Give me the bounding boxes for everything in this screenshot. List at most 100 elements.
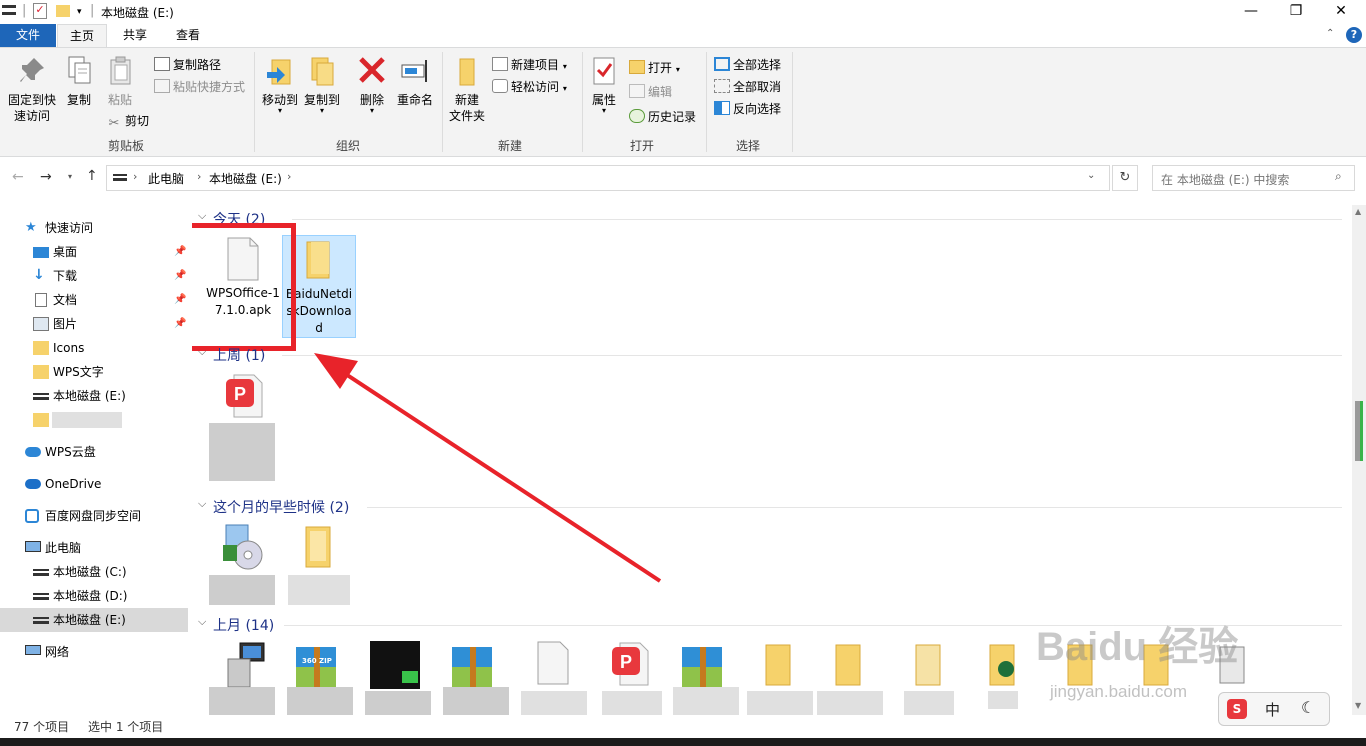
refresh-icon[interactable]: ↻	[1112, 165, 1138, 191]
breadcrumb-this-pc[interactable]: 此电脑	[148, 170, 184, 187]
invert-selection-icon	[714, 101, 730, 115]
breadcrumb-drive-e[interactable]: 本地磁盘 (E:)	[209, 170, 282, 187]
paste-shortcut-icon	[154, 79, 170, 93]
selected-count: 选中 1 个项目	[88, 720, 164, 734]
copy-to-icon	[311, 57, 334, 86]
nav-onedrive[interactable]: OneDrive	[0, 472, 188, 496]
new-item-button[interactable]: 新建项目 ▾	[492, 56, 567, 74]
properties-icon	[593, 57, 615, 85]
maximize-button[interactable]: ❐	[1273, 0, 1319, 24]
history-icon	[629, 109, 645, 123]
nav-documents[interactable]: 文档 📌	[0, 288, 188, 312]
edit-icon	[629, 84, 645, 98]
copy-to-button[interactable]: 复制到 ▾	[302, 54, 342, 115]
scroll-thumb[interactable]	[1355, 401, 1363, 461]
cut-label: 剪切	[125, 114, 150, 128]
ribbon: 固定到快 速访问 复制 粘贴 复制路径 粘贴快捷方式 ✂ 剪切 剪贴板 移动到 ▾ …	[0, 47, 1366, 157]
delete-label: 删除	[359, 93, 384, 107]
status-bar: 77 个项目 选中 1 个项目	[0, 716, 1366, 738]
paste-shortcut-label: 粘贴快捷方式	[173, 80, 246, 94]
tab-view[interactable]: 查看	[163, 24, 213, 47]
invert-selection-button[interactable]: 反向选择	[714, 100, 781, 118]
edit-button[interactable]: 编辑	[629, 83, 672, 101]
item-count: 77 个项目	[14, 720, 70, 734]
minimize-button[interactable]: —	[1228, 0, 1274, 24]
new-folder-button[interactable]: 新建 文件夹	[446, 54, 488, 124]
properties-button[interactable]: 属性 ▾	[586, 54, 622, 115]
scroll-down-icon[interactable]: ▼	[1355, 701, 1361, 710]
moon-icon[interactable]: ☾	[1301, 698, 1315, 717]
scissors-icon: ✂	[108, 116, 120, 131]
tab-share[interactable]: 共享	[110, 24, 160, 47]
help-icon[interactable]: ?	[1346, 27, 1362, 43]
paste-shortcut-button[interactable]: 粘贴快捷方式	[154, 78, 245, 96]
copy-path-icon	[154, 57, 170, 71]
windows-drive-icon	[33, 569, 49, 576]
nav-desktop[interactable]: 桌面 📌	[0, 240, 188, 264]
pin-quick-access-button[interactable]: 固定到快 速访问	[4, 54, 60, 124]
nav-network[interactable]: 网络	[0, 640, 188, 664]
nav-drive-c[interactable]: 本地磁盘 (C:)	[0, 560, 188, 584]
search-box[interactable]: 在 本地磁盘 (E:) 中搜索 ⌕	[1152, 165, 1355, 191]
new-group-label: 新建	[497, 139, 522, 153]
copy-path-button[interactable]: 复制路径	[154, 56, 221, 74]
pin-icon: 📌	[174, 318, 187, 329]
nav-documents-label: 文档	[53, 293, 78, 307]
documents-icon	[35, 293, 47, 307]
select-all-button[interactable]: 全部选择	[714, 56, 781, 74]
nav-icons-folder[interactable]: Icons	[0, 336, 188, 360]
nav-icons-label: Icons	[53, 341, 85, 355]
scroll-up-icon[interactable]: ▲	[1355, 207, 1361, 216]
nav-pictures-label: 图片	[53, 317, 78, 331]
forward-icon[interactable]: →	[40, 169, 52, 185]
drive-icon	[113, 174, 127, 181]
copy-button[interactable]: 复制	[62, 54, 96, 108]
rename-button[interactable]: 重命名	[394, 54, 436, 108]
delete-button[interactable]: 删除 ▾	[356, 54, 388, 115]
nav-drive-e[interactable]: 本地磁盘 (E:)	[0, 608, 188, 632]
blurred-label	[52, 412, 122, 428]
copy-icon	[68, 56, 91, 84]
nav-wps-cloud[interactable]: WPS云盘	[0, 440, 188, 464]
nav-drive-e-quick[interactable]: 本地磁盘 (E:)	[0, 384, 188, 408]
nav-wps-folder[interactable]: WPS文字	[0, 360, 188, 384]
history-button[interactable]: 历史记录	[629, 108, 696, 126]
vertical-scrollbar[interactable]: ▲ ▼	[1352, 205, 1366, 715]
watermark-url: jingyan.baidu.com	[1050, 682, 1188, 701]
nav-quick-access[interactable]: ★ 快速访问	[0, 216, 188, 240]
move-to-button[interactable]: 移动到 ▾	[260, 54, 300, 115]
cut-button[interactable]: ✂ 剪切	[106, 112, 150, 131]
recent-locations-icon[interactable]: ▾	[68, 172, 72, 181]
address-dropdown-icon[interactable]: ⌄	[1087, 170, 1095, 181]
nav-this-pc[interactable]: 此电脑	[0, 536, 188, 560]
close-button[interactable]: ✕	[1318, 0, 1364, 24]
open-button[interactable]: 打开 ▾	[629, 59, 680, 77]
easy-access-button[interactable]: 轻松访问 ▾	[492, 78, 567, 96]
up-icon[interactable]: ↑	[86, 168, 98, 184]
select-none-button[interactable]: 全部取消	[714, 78, 781, 96]
pin-icon	[20, 58, 44, 82]
address-bar[interactable]: › 此电脑 › 本地磁盘 (E:) › ⌄	[106, 165, 1110, 191]
nav-baidu-sync[interactable]: 百度网盘同步空间	[0, 504, 188, 528]
drive-icon	[33, 593, 49, 600]
search-icon[interactable]: ⌕	[1335, 169, 1342, 184]
copy-label: 复制	[66, 93, 91, 107]
nav-drive-d[interactable]: 本地磁盘 (D:)	[0, 584, 188, 608]
properties-quick-icon[interactable]: ✓	[33, 3, 47, 19]
network-icon	[25, 645, 41, 655]
delete-x-icon	[359, 57, 385, 83]
tab-home[interactable]: 主页	[57, 24, 107, 47]
star-icon: ★	[25, 220, 37, 235]
new-item-icon	[492, 57, 508, 71]
new-folder-quick-icon[interactable]	[56, 5, 70, 17]
move-to-label: 移动到	[261, 93, 298, 107]
nav-downloads[interactable]: ↓ 下载 📌	[0, 264, 188, 288]
tab-file[interactable]: 文件	[0, 24, 56, 47]
collapse-ribbon-icon[interactable]: ⌃	[1326, 28, 1334, 39]
customize-quick-access-icon[interactable]: ▾	[77, 7, 82, 17]
nav-network-label: 网络	[45, 645, 70, 659]
paste-button[interactable]: 粘贴	[103, 54, 137, 108]
nav-blurred-item[interactable]	[0, 408, 188, 432]
back-icon[interactable]: ←	[12, 169, 24, 185]
nav-pictures[interactable]: 图片 📌	[0, 312, 188, 336]
